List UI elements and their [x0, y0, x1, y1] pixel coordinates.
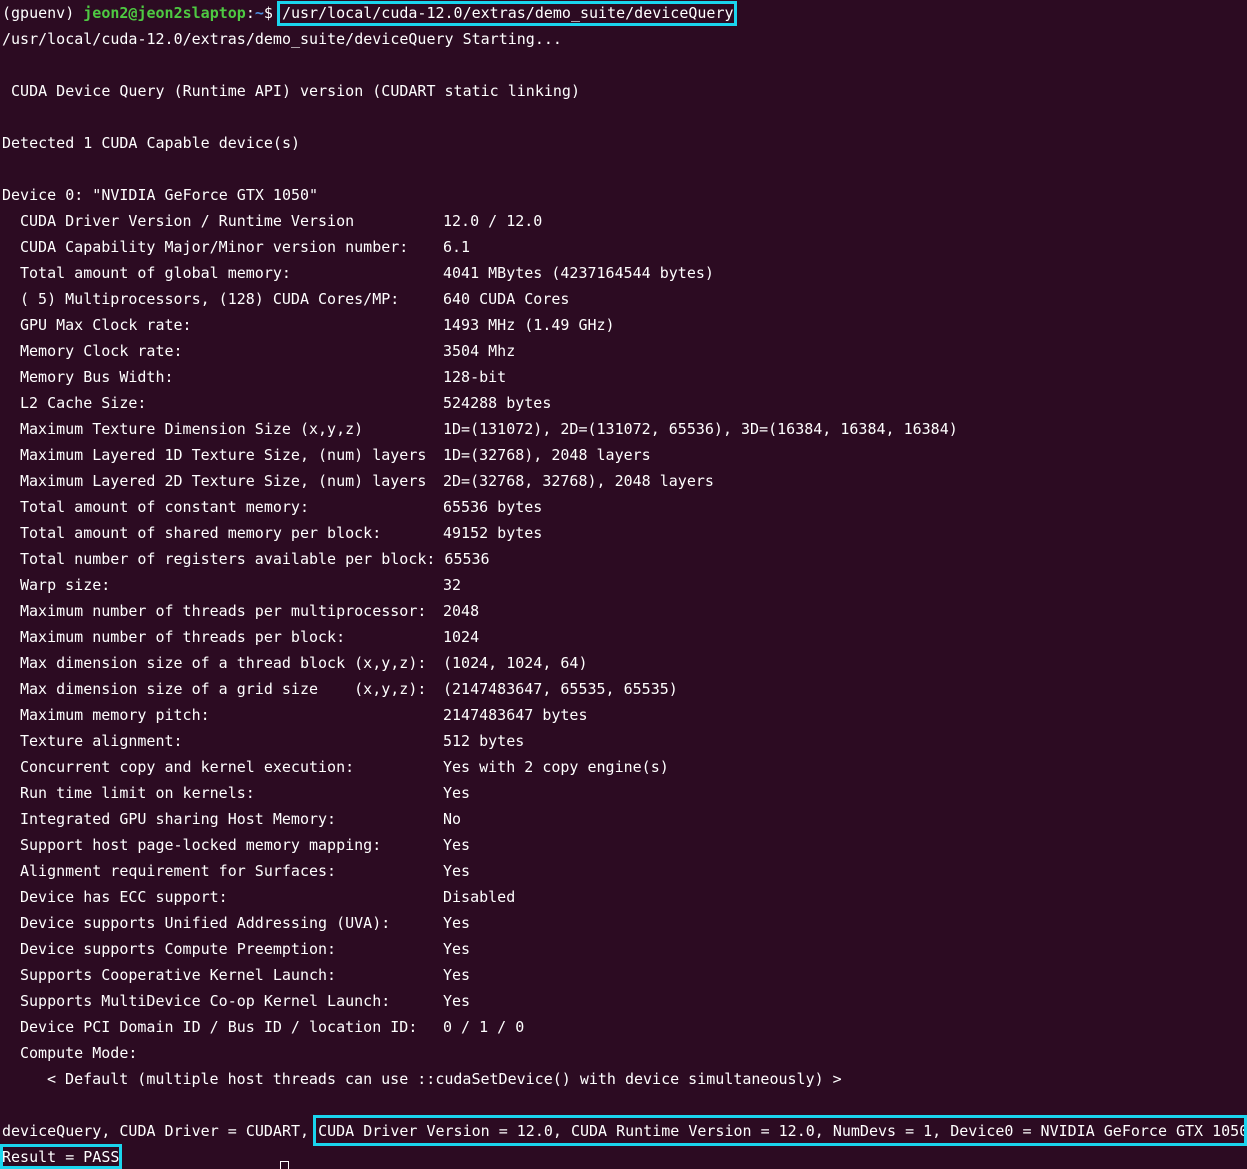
property-label: Maximum Layered 1D Texture Size, (num) l… [20, 446, 427, 464]
property-value: Yes [443, 862, 471, 880]
property-value: 65536 [444, 550, 490, 568]
property-label: L2 Cache Size: [20, 394, 147, 412]
property-label: Total number of registers available per … [20, 550, 436, 568]
device-title: Device 0: "NVIDIA GeForce GTX 1050" [2, 186, 319, 204]
property-label: Support host page-locked memory mapping: [20, 836, 382, 854]
property-label: Max dimension size of a grid size (x,y,z… [20, 680, 427, 698]
property-label: ( 5) Multiprocessors, (128) CUDA Cores/M… [20, 290, 400, 308]
property-value: Yes [443, 836, 471, 854]
property-value: (1024, 1024, 64) [443, 654, 588, 672]
summary-line: deviceQuery, CUDA Driver = CUDART, CUDA … [2, 1118, 1247, 1144]
terminal-window[interactable]: (gpuenv) jeon2@jeon2slaptop:~$ /usr/loca… [0, 0, 1247, 1169]
property-value: 12.0 / 12.0 [443, 212, 543, 230]
property-label: Warp size: [20, 576, 111, 594]
property-label: Total amount of global memory: [20, 264, 291, 282]
mouse-cursor-icon [280, 1161, 289, 1169]
property-label: Memory Clock rate: [20, 342, 183, 360]
output-starting: /usr/local/cuda-12.0/extras/demo_suite/d… [2, 30, 562, 48]
property-value: Yes [443, 966, 471, 984]
property-value: Yes [443, 992, 471, 1010]
property-value: 6.1 [443, 238, 471, 256]
property-label: Integrated GPU sharing Host Memory: [20, 810, 337, 828]
property-value: Yes [443, 784, 471, 802]
property-value: 1024 [443, 628, 480, 646]
property-value: Yes [443, 914, 471, 932]
property-value: 0 / 1 / 0 [443, 1018, 525, 1036]
compute-mode-value: < Default (multiple host threads can use… [47, 1070, 842, 1088]
prompt-colon: : [245, 4, 255, 22]
property-value: 640 CUDA Cores [443, 290, 570, 308]
property-label: Maximum Texture Dimension Size (x,y,z) [20, 420, 364, 438]
prompt-dollar: $ [263, 4, 273, 22]
property-value: 49152 bytes [443, 524, 543, 542]
property-label: Maximum number of threads per multiproce… [20, 602, 427, 620]
property-value: 2147483647 bytes [443, 706, 588, 724]
property-value: 32 [443, 576, 462, 594]
property-label: CUDA Capability Major/Minor version numb… [20, 238, 409, 256]
property-value: 512 bytes [443, 732, 525, 750]
property-label: Alignment requirement for Surfaces: [20, 862, 337, 880]
property-label: CUDA Driver Version / Runtime Version [20, 212, 355, 230]
prompt-line: (gpuenv) jeon2@jeon2slaptop:~$ /usr/loca… [2, 0, 734, 26]
result-line: Result = PASS [2, 1148, 120, 1166]
property-label: Run time limit on kernels: [20, 784, 255, 802]
property-label: Device has ECC support: [20, 888, 228, 906]
output-detected: Detected 1 CUDA Capable device(s) [2, 134, 301, 152]
property-label: Maximum number of threads per block: [20, 628, 346, 646]
property-value: Disabled [443, 888, 516, 906]
property-value: 4041 MBytes (4237164544 bytes) [443, 264, 714, 282]
current-directory: ~ [254, 4, 264, 22]
property-label: Device supports Compute Preemption: [20, 940, 337, 958]
property-label: Supports MultiDevice Co-op Kernel Launch… [20, 992, 391, 1010]
property-label: Maximum Layered 2D Texture Size, (num) l… [20, 472, 427, 490]
property-value: Yes with 2 copy engine(s) [443, 758, 669, 776]
property-value: 1493 MHz (1.49 GHz) [443, 316, 615, 334]
property-label: Max dimension size of a thread block (x,… [20, 654, 427, 672]
property-label: Device PCI Domain ID / Bus ID / location… [20, 1018, 418, 1036]
property-label: Total amount of constant memory: [20, 498, 309, 516]
property-label: Concurrent copy and kernel execution: [20, 758, 355, 776]
output-header: CUDA Device Query (Runtime API) version … [2, 82, 580, 100]
property-value: 1D=(131072), 2D=(131072, 65536), 3D=(163… [443, 420, 958, 438]
user-host: jeon2@jeon2slaptop [83, 4, 246, 22]
property-value: 128-bit [443, 368, 507, 386]
venv-label: (gpuenv) [2, 4, 75, 22]
property-value: 3504 Mhz [443, 342, 516, 360]
property-label: Texture alignment: [20, 732, 183, 750]
property-label: GPU Max Clock rate: [20, 316, 192, 334]
property-label: Device supports Unified Addressing (UVA)… [20, 914, 391, 932]
command-text: /usr/local/cuda-12.0/extras/demo_suite/d… [281, 4, 734, 22]
property-label: Maximum memory pitch: [20, 706, 210, 724]
property-value: No [443, 810, 462, 828]
property-value: 524288 bytes [443, 394, 552, 412]
summary-prefix: deviceQuery, CUDA Driver = CUDART, [2, 1122, 319, 1140]
property-label: Supports Cooperative Kernel Launch: [20, 966, 337, 984]
summary-highlight: CUDA Driver Version = 12.0, CUDA Runtime… [318, 1122, 1247, 1140]
property-value: 65536 bytes [443, 498, 543, 516]
property-value: (2147483647, 65535, 65535) [443, 680, 678, 698]
property-value: 2D=(32768, 32768), 2048 layers [443, 472, 714, 490]
property-value: 1D=(32768), 2048 layers [443, 446, 651, 464]
property-value: 2048 [443, 602, 480, 620]
property-label: Total amount of shared memory per block: [20, 524, 382, 542]
property-label: Memory Bus Width: [20, 368, 174, 386]
compute-mode-label: Compute Mode: [20, 1044, 138, 1062]
property-value: Yes [443, 940, 471, 958]
